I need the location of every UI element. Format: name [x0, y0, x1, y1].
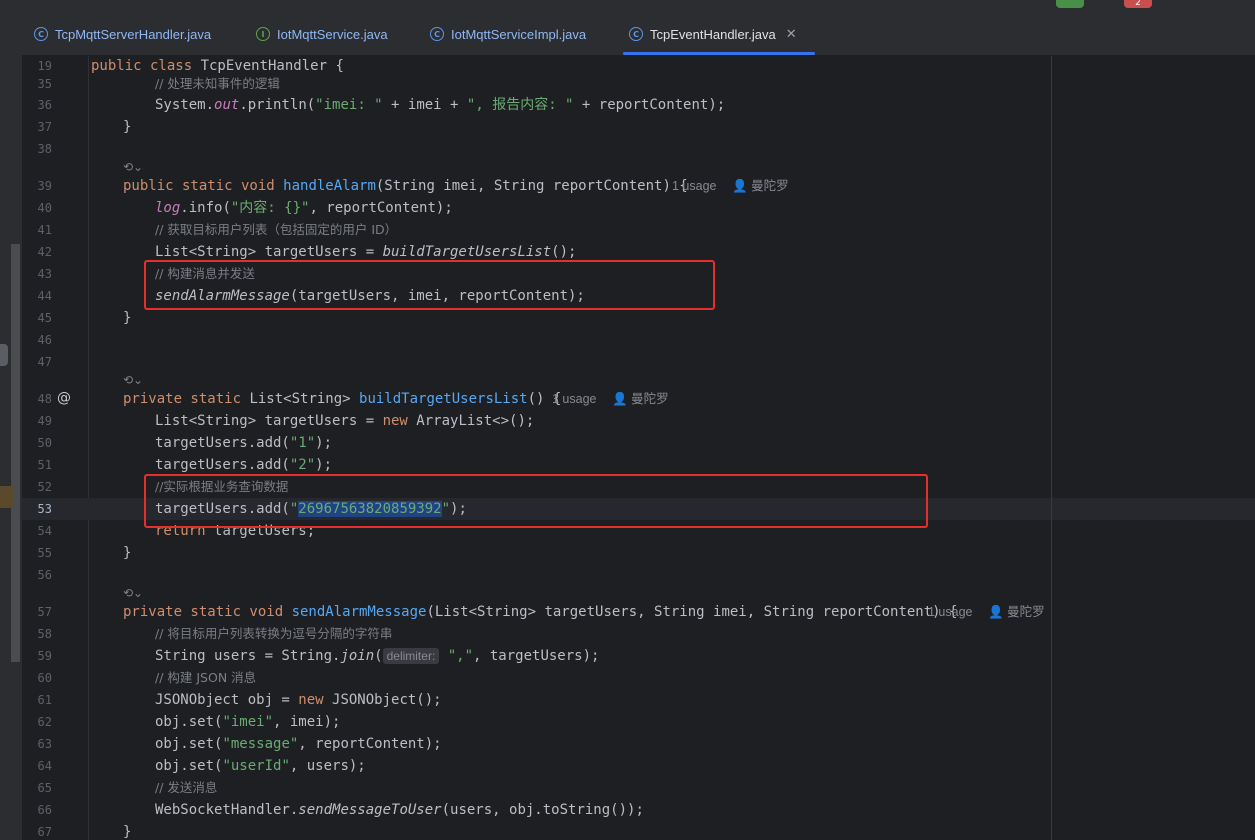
line-number: 36: [37, 98, 52, 112]
code-line-37[interactable]: }: [123, 116, 131, 138]
line-number: 52: [37, 480, 52, 494]
code-line-60[interactable]: // 构建 JSON 消息: [155, 667, 256, 689]
line-number: 62: [37, 715, 52, 729]
line-number: 39: [37, 179, 52, 193]
line-number: 41: [37, 223, 52, 237]
line-number: 37: [37, 120, 52, 134]
code-line-36[interactable]: System.out.println("imei: " + imei + ", …: [155, 94, 725, 116]
interface-icon: I: [256, 27, 270, 41]
tab-tcp-mqtt-server-handler[interactable]: C TcpMqttServerHandler.java: [34, 12, 211, 56]
code-line-39[interactable]: public static void handleAlarm(String im…: [123, 175, 688, 197]
code-line-61[interactable]: JSONObject obj = new JSONObject();: [155, 689, 442, 711]
tab-label: TcpEventHandler.java: [650, 26, 776, 42]
code-line-67[interactable]: }: [123, 821, 131, 840]
tab-label: TcpMqttServerHandler.java: [55, 26, 212, 42]
left-tool-strip: [0, 12, 22, 840]
line-number: 44: [37, 289, 52, 303]
line-number: 19: [37, 59, 52, 73]
code-line-45[interactable]: }: [123, 307, 131, 329]
line-number-current: 53: [37, 502, 52, 516]
code-line-49[interactable]: List<String> targetUsers = new ArrayList…: [155, 410, 534, 432]
override-at-icon[interactable]: @: [57, 390, 75, 406]
code-line-57[interactable]: private static void sendAlarmMessage(Lis…: [123, 601, 957, 623]
code-line-40[interactable]: log.info("内容: {}", reportContent);: [155, 197, 453, 219]
line-number: 45: [37, 311, 52, 325]
code-line-63[interactable]: obj.set("message", reportContent);: [155, 733, 442, 755]
annotation-box-send-alarm: [144, 260, 715, 310]
author-hint[interactable]: 👤 曼陀罗: [988, 601, 1045, 623]
user-icon: 👤: [988, 605, 1004, 619]
line-number: 57: [37, 605, 52, 619]
current-line-marker: [0, 486, 14, 508]
code-line-48[interactable]: private static List<String> buildTargetU…: [123, 388, 561, 410]
author-hint[interactable]: 👤 曼陀罗: [732, 175, 789, 197]
line-number: 35: [37, 77, 52, 91]
line-number: 54: [37, 524, 52, 538]
line-number: 55: [37, 546, 52, 560]
line-number: 50: [37, 436, 52, 450]
close-icon[interactable]: ✕: [786, 26, 797, 42]
code-line-59[interactable]: String users = String.join(delimiter: ",…: [155, 645, 599, 667]
line-number: 47: [37, 355, 52, 369]
tab-label: IotMqttService.java: [277, 26, 388, 42]
usages-hint[interactable]: 1 usage: [928, 601, 972, 623]
gutter-divider: [88, 56, 89, 840]
line-number: 64: [37, 759, 52, 773]
code-line-58[interactable]: // 将目标用户列表转换为逗号分隔的字符串: [155, 623, 392, 645]
right-margin-guide: [1051, 56, 1052, 840]
line-number: 66: [37, 803, 52, 817]
line-number: 65: [37, 781, 52, 795]
line-number: 43: [37, 267, 52, 281]
structure-scroll-indicator[interactable]: [11, 244, 20, 662]
line-number: 56: [37, 568, 52, 582]
code-vision-icon[interactable]: ⟲⌄: [123, 158, 143, 176]
code-line-50[interactable]: targetUsers.add("1");: [155, 432, 332, 454]
class-icon: C: [430, 27, 444, 41]
line-number: 51: [37, 458, 52, 472]
class-icon: C: [34, 27, 48, 41]
code-line-55[interactable]: }: [123, 542, 131, 564]
problems-count-badge[interactable]: 2: [1124, 0, 1152, 8]
line-number: 46: [37, 333, 52, 347]
user-icon: 👤: [732, 179, 748, 193]
code-line-65[interactable]: // 发送消息: [155, 777, 217, 799]
code-line-62[interactable]: obj.set("imei", imei);: [155, 711, 340, 733]
line-number: 59: [37, 649, 52, 663]
tab-label: IotMqttServiceImpl.java: [451, 26, 587, 42]
code-vision-icon[interactable]: ⟲⌄: [123, 371, 143, 389]
annotation-box-query-data: [144, 474, 928, 528]
user-icon: 👤: [612, 392, 628, 406]
line-number: 58: [37, 627, 52, 641]
tab-iot-mqtt-service[interactable]: I IotMqttService.java: [256, 12, 388, 56]
line-number: 38: [37, 142, 52, 156]
tab-iot-mqtt-service-impl[interactable]: C IotMqttServiceImpl.java: [430, 12, 586, 56]
code-line-64[interactable]: obj.set("userId", users);: [155, 755, 366, 777]
code-line-35[interactable]: // 处理未知事件的逻辑: [155, 73, 280, 95]
usages-hint[interactable]: 1 usage: [672, 175, 716, 197]
line-number: 48: [37, 392, 52, 406]
code-line-66[interactable]: WebSocketHandler.sendMessageToUser(users…: [155, 799, 644, 821]
code-line-41[interactable]: // 获取目标用户列表（包括固定的用户 ID）: [155, 219, 397, 241]
top-toolbar-strip: 2: [0, 0, 1255, 12]
line-number: 61: [37, 693, 52, 707]
editor-tab-bar: C TcpMqttServerHandler.java I IotMqttSer…: [22, 12, 1255, 56]
line-number: 67: [37, 825, 52, 839]
class-icon: C: [629, 27, 643, 41]
line-number: 60: [37, 671, 52, 685]
author-hint[interactable]: 👤 曼陀罗: [612, 388, 669, 410]
line-number: 42: [37, 245, 52, 259]
line-number: 63: [37, 737, 52, 751]
parameter-hint: delimiter:: [382, 648, 440, 664]
code-vision-icon[interactable]: ⟲⌄: [123, 584, 143, 602]
build-status-badge[interactable]: [1056, 0, 1084, 8]
line-number: 49: [37, 414, 52, 428]
code-line-51[interactable]: targetUsers.add("2");: [155, 454, 332, 476]
tab-tcp-event-handler[interactable]: C TcpEventHandler.java ✕: [623, 12, 815, 56]
side-panel-handle[interactable]: [0, 344, 8, 366]
usages-hint[interactable]: 1 usage: [552, 388, 596, 410]
line-number: 40: [37, 201, 52, 215]
